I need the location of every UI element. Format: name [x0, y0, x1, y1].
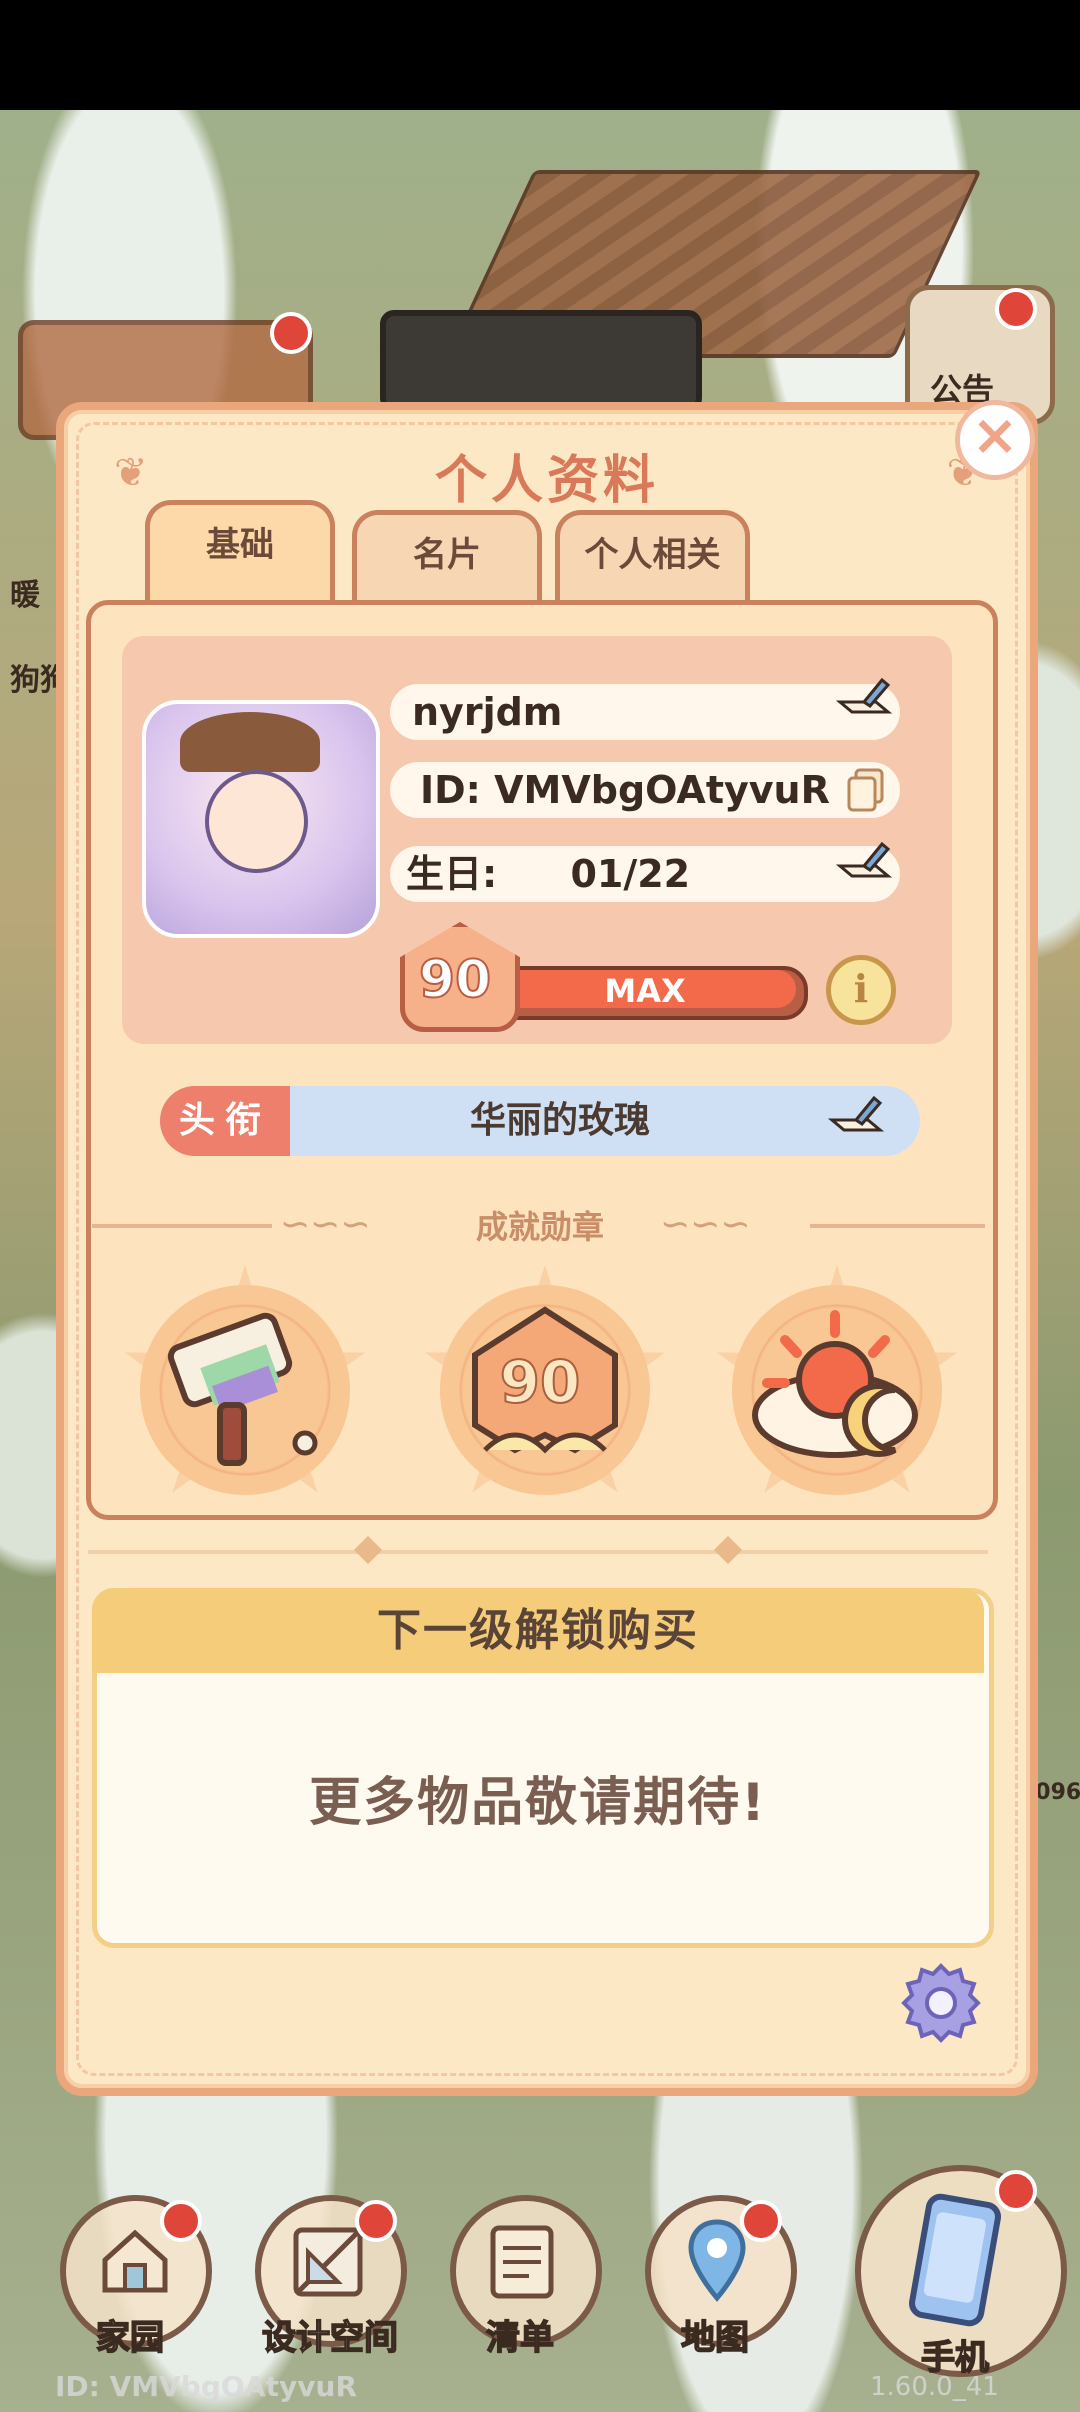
user-id: ID: VMVbgOAtyvuR	[420, 768, 830, 812]
nav-list-label: 清单	[485, 2317, 555, 2359]
notification-dot	[995, 288, 1037, 330]
status-bar	[0, 0, 1080, 110]
phone-icon	[909, 2193, 1001, 2327]
level-status: MAX	[604, 972, 686, 1010]
notification-dot	[160, 2200, 202, 2242]
level-number: 90	[418, 949, 492, 1011]
list-icon	[490, 2225, 554, 2299]
scene-mini-panel[interactable]	[380, 310, 702, 412]
copy-icon[interactable]	[846, 768, 886, 814]
footer-id: ID: VMVbgOAtyvuR	[55, 2370, 357, 2403]
level-90-badge-text: 90	[499, 1347, 582, 1417]
sun-moon-icon	[752, 1310, 918, 1458]
username: nyrjdm	[412, 690, 563, 734]
flourish-left-icon: ❦	[114, 450, 148, 496]
tab-personal[interactable]: 个人相关	[555, 510, 750, 605]
level-info-button[interactable]: i	[826, 955, 896, 1025]
divider	[88, 1550, 988, 1554]
achievements-title: 成就勋章	[475, 1208, 604, 1246]
title-tag: 头衔	[160, 1086, 290, 1156]
notification-dot	[995, 2170, 1037, 2212]
version-text: 1.60.0_41	[870, 2372, 999, 2402]
home-icon	[102, 2229, 168, 2293]
id-row: ID: VMVbgOAtyvuR	[390, 762, 900, 818]
unlock-header: 下一级解锁购买	[92, 1588, 984, 1673]
close-icon: ×	[971, 403, 1019, 468]
nav-home-label: 家园	[95, 2317, 165, 2359]
title-value: 华丽的玫瑰	[469, 1100, 650, 1141]
avatar-hat	[180, 712, 320, 772]
close-button[interactable]: ×	[955, 400, 1035, 480]
notification-dot	[270, 312, 312, 354]
notification-dot	[355, 2200, 397, 2242]
notification-dot	[740, 2200, 782, 2242]
edit-title-icon[interactable]	[828, 1090, 884, 1136]
birthday-label: 生日:	[406, 852, 498, 896]
map-pin-icon	[688, 2219, 746, 2302]
nav-design-label: 设计空间	[261, 2317, 399, 2359]
avatar-face	[205, 770, 308, 873]
edit-birthday-icon[interactable]	[836, 836, 892, 882]
name-row: nyrjdm	[390, 684, 900, 740]
tab-card[interactable]: 名片	[352, 510, 542, 605]
info-icon: i	[853, 966, 869, 1011]
nav-map-label: 地图	[680, 2317, 750, 2359]
birthday-value: 01/22	[570, 852, 691, 896]
paint-roller-icon	[167, 1312, 318, 1466]
birthday-row: 生日: 01/22	[390, 846, 900, 902]
unlock-message: 更多物品敬请期待!	[309, 1773, 767, 1833]
edit-name-icon[interactable]	[836, 672, 892, 718]
design-icon	[293, 2227, 363, 2297]
tab-basic[interactable]: 基础	[145, 500, 335, 605]
settings-gear-icon[interactable]	[900, 1962, 982, 2044]
side-label: 暖	[10, 578, 40, 613]
